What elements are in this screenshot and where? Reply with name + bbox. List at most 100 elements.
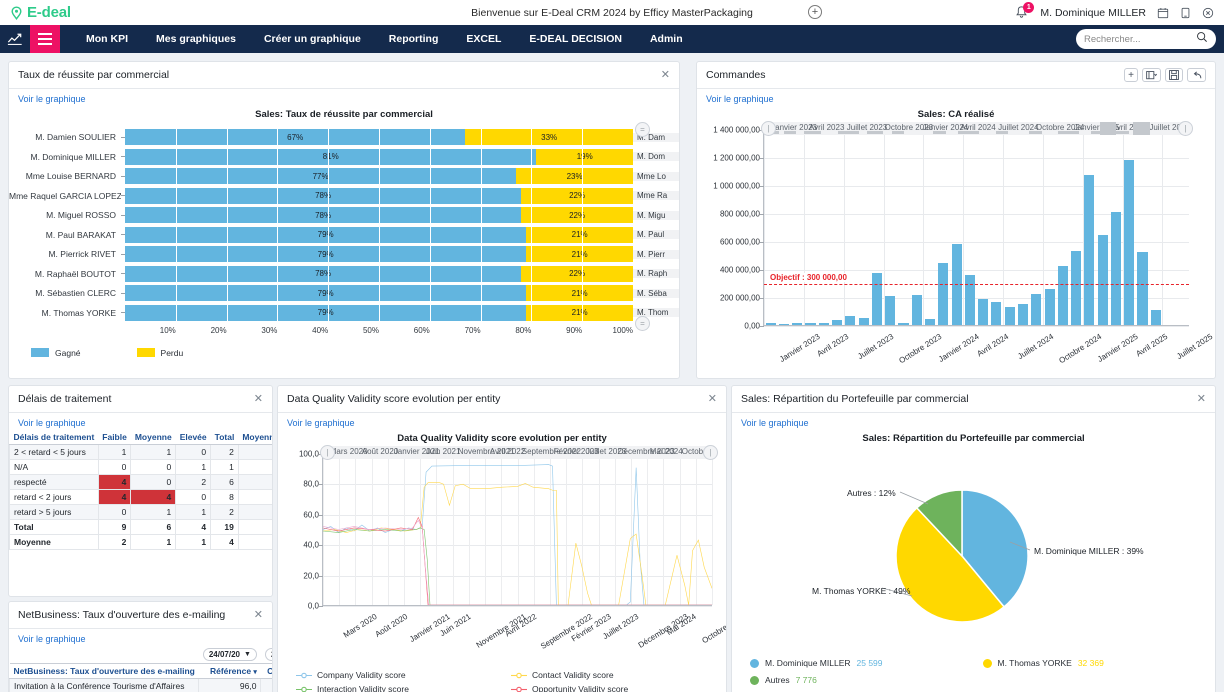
table-row[interactable]: N/A00110: [9, 459, 272, 475]
bar[interactable]: [924, 319, 936, 325]
navigator-handle-right[interactable]: |: [1178, 121, 1193, 136]
bar-segment-perdu[interactable]: 23%: [516, 168, 633, 184]
navigator-handle-left[interactable]: |: [320, 445, 335, 460]
bar-segment-perdu[interactable]: 21%: [526, 226, 633, 243]
bar-segment-gagne[interactable]: 78%: [125, 207, 522, 223]
chart-navigator[interactable]: Mars 2020 Août 2020 Janvier 2021 Juin 2021 N…: [324, 446, 708, 459]
bar[interactable]: [1124, 159, 1135, 325]
bar[interactable]: [858, 317, 869, 325]
search-icon[interactable]: [1196, 30, 1208, 48]
help-icon[interactable]: [1202, 7, 1214, 19]
bar-segment-gagne[interactable]: 78%: [125, 265, 522, 282]
mobile-icon[interactable]: [1180, 7, 1191, 19]
date-ref-selector[interactable]: 24/07/20 ▼: [198, 646, 261, 664]
chart-navigator[interactable]: Janvier 2023 Avril 2023 Juillet 2023 Octobr…: [767, 122, 1183, 135]
bar[interactable]: [805, 323, 816, 325]
search-box[interactable]: [1076, 29, 1216, 49]
scroll-handle-bottom[interactable]: =: [635, 316, 650, 331]
bar[interactable]: [1017, 304, 1029, 325]
view-chart-link[interactable]: Voir le graphique: [278, 413, 726, 430]
bar-segment-gagne[interactable]: 79%: [125, 226, 527, 243]
bar[interactable]: [978, 299, 989, 325]
notifications-bell[interactable]: 1: [1014, 1, 1035, 21]
bar-segment-perdu[interactable]: 22%: [521, 265, 633, 282]
bar[interactable]: [1057, 266, 1068, 325]
navigator-handle-left[interactable]: |: [761, 121, 776, 136]
add-icon[interactable]: +: [1124, 68, 1138, 82]
column-header[interactable]: Délais de traitement: [9, 430, 99, 445]
legend-item-perdu[interactable]: Perdu: [136, 348, 183, 358]
date-cmp-selector[interactable]: 23/07/: [260, 646, 272, 664]
nav-item-mon-kpi[interactable]: Mon KPI: [72, 25, 142, 53]
line-series[interactable]: [323, 465, 712, 605]
bar-segment-gagne[interactable]: 79%: [125, 285, 527, 301]
legend-item[interactable]: M. Dominique MILLER 25 599: [750, 658, 983, 668]
bar-segment-perdu[interactable]: 21%: [526, 304, 633, 321]
bar-segment-gagne[interactable]: 81%: [125, 148, 537, 165]
view-chart-link[interactable]: Voir le graphique: [732, 413, 1215, 430]
column-header[interactable]: Moyenne: [238, 430, 272, 445]
bar-segment-gagne[interactable]: 79%: [125, 304, 527, 321]
bar[interactable]: [871, 273, 882, 325]
bar[interactable]: [832, 320, 843, 325]
close-icon[interactable]: ✕: [661, 69, 670, 81]
close-icon[interactable]: ✕: [254, 609, 263, 621]
nav-item-mes-graphiques[interactable]: Mes graphiques: [142, 25, 250, 53]
view-chart-link[interactable]: Voir le graphique: [9, 89, 679, 106]
table-row[interactable]: 2 < retard < 5 jours11021: [9, 444, 272, 460]
bar[interactable]: [792, 323, 803, 325]
bar-segment-perdu[interactable]: 33%: [465, 129, 633, 145]
layout-icon[interactable]: [1142, 68, 1161, 82]
bar-segment-perdu[interactable]: 22%: [521, 187, 633, 204]
legend-item[interactable]: Contact Validity score: [511, 670, 726, 680]
legend-item[interactable]: Interaction Validity score: [296, 684, 511, 692]
table-row[interactable]: respecté40262: [9, 474, 272, 490]
scroll-handle-top[interactable]: =: [635, 122, 650, 137]
view-chart-link[interactable]: Voir le graphique: [9, 413, 272, 430]
nav-item-admin[interactable]: Admin: [636, 25, 697, 53]
table-row[interactable]: retard > 5 jours01121: [9, 504, 272, 520]
bar-segment-gagne[interactable]: 78%: [125, 187, 522, 204]
column-header[interactable]: Moyenne: [130, 430, 176, 445]
view-chart-link[interactable]: Voir le graphique: [697, 89, 1215, 106]
dashboard-chart-icon[interactable]: [0, 25, 30, 53]
bar-segment-perdu[interactable]: 21%: [526, 246, 633, 262]
column-header[interactable]: Référence ▾: [198, 663, 261, 679]
bar[interactable]: [1150, 309, 1161, 325]
bar[interactable]: [885, 296, 896, 325]
nav-item-excel[interactable]: EXCEL: [452, 25, 515, 53]
bar[interactable]: [964, 275, 975, 325]
bar[interactable]: [765, 323, 776, 325]
column-header[interactable]: Compar: [260, 663, 272, 679]
bar[interactable]: [991, 301, 1002, 325]
search-input[interactable]: [1084, 33, 1196, 45]
line-series[interactable]: [323, 483, 712, 605]
add-widget-icon[interactable]: +: [808, 5, 822, 19]
legend-item[interactable]: M. Thomas YORKE 32 369: [982, 658, 1216, 668]
column-header[interactable]: Faible: [98, 430, 131, 445]
nav-item-e-deal-decision[interactable]: E-DEAL DECISION: [515, 25, 636, 53]
bar[interactable]: [845, 316, 856, 325]
bar[interactable]: [778, 324, 789, 325]
line-series[interactable]: [323, 520, 712, 605]
bar-segment-perdu[interactable]: 22%: [521, 207, 633, 223]
nav-item-creer-un-graphique[interactable]: Créer un graphique: [250, 25, 375, 53]
bar[interactable]: [1097, 235, 1108, 325]
bar[interactable]: [898, 322, 909, 325]
bar[interactable]: [1004, 307, 1015, 325]
table-row[interactable]: Invitation à la Conférence Tourisme d'Af…: [9, 678, 272, 692]
column-header[interactable]: NetBusiness: Taux d'ouverture des e-mail…: [9, 663, 199, 679]
column-header[interactable]: Elevée: [175, 430, 211, 445]
view-chart-link[interactable]: Voir le graphique: [9, 629, 272, 646]
bar[interactable]: [1071, 250, 1082, 325]
calendar-icon[interactable]: [1157, 7, 1169, 19]
bar[interactable]: [911, 294, 922, 325]
legend-item[interactable]: Opportunity Validity score: [511, 684, 726, 692]
table-row[interactable]: retard < 2 jours44083: [9, 489, 272, 505]
column-header[interactable]: Total: [210, 430, 239, 445]
bar[interactable]: [1044, 288, 1055, 325]
legend-item[interactable]: Company Validity score: [296, 670, 511, 680]
undo-icon[interactable]: [1187, 68, 1206, 82]
navigator-handle-right[interactable]: |: [703, 445, 718, 460]
bar[interactable]: [818, 323, 829, 325]
